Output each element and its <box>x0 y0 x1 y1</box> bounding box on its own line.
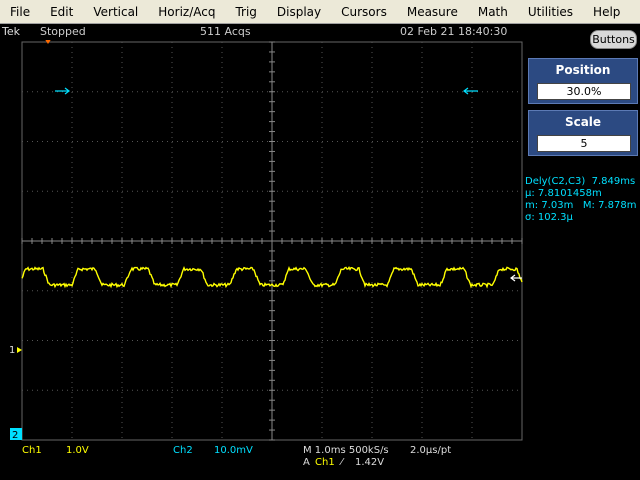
ch2-scale[interactable]: 10.0mV <box>214 445 253 456</box>
menu-vertical[interactable]: Vertical <box>83 0 148 24</box>
ch2-label[interactable]: Ch2 <box>173 445 193 456</box>
scale-control[interactable]: Scale 5 <box>528 110 638 156</box>
ch2-marker-label: 2 <box>12 430 18 441</box>
tek-logo: Tek <box>2 25 20 38</box>
menu-trig[interactable]: Trig <box>225 0 266 24</box>
position-value[interactable]: 30.0% <box>537 83 631 100</box>
menu-math[interactable]: Math <box>468 0 518 24</box>
position-title: Position <box>555 63 611 77</box>
trigger-prefix: A <box>303 457 310 468</box>
bottom-readout-bar: Ch1 1.0V Ch2 10.0mV M 1.0ms 500kS/s 2.0µ… <box>0 442 640 480</box>
min-value: 7.03m <box>541 200 574 211</box>
trigger-level[interactable]: 1.42V <box>355 457 384 468</box>
trigger-slope-icon: ⁄ <box>341 457 343 468</box>
sample-interval: 2.0µs/pt <box>410 445 452 456</box>
trigger-source[interactable]: Ch1 <box>315 457 335 468</box>
date-time: 02 Feb 21 18:40:30 <box>400 25 508 38</box>
menu-edit[interactable]: Edit <box>40 0 83 24</box>
scale-title: Scale <box>564 115 602 129</box>
max-value: 7.878m <box>598 200 637 211</box>
status-bar: Tek Stopped 511 Acqs 02 Feb 21 18:40:30 <box>0 24 524 40</box>
max-label: M: <box>582 200 595 211</box>
menu-horiz-acq[interactable]: Horiz/Acq <box>148 0 225 24</box>
buttons-button[interactable]: Buttons <box>590 30 637 49</box>
menu-display[interactable]: Display <box>267 0 331 24</box>
ch1-ground-marker <box>17 347 22 353</box>
meas-value: 7.849ms <box>591 176 636 187</box>
mean-label: µ: <box>525 188 535 199</box>
mean-value: 7.8101458m <box>537 188 602 199</box>
ch1-label[interactable]: Ch1 <box>22 445 42 456</box>
scale-value[interactable]: 5 <box>537 135 631 152</box>
stddev-label: σ: <box>525 212 535 223</box>
ch1-scale[interactable]: 1.0V <box>66 445 89 456</box>
menu-file[interactable]: File <box>0 0 40 24</box>
run-state: Stopped <box>40 25 86 38</box>
menu-help[interactable]: Help <box>583 0 630 24</box>
measurement-readout: Dely(C2,C3) 7.849ms µ: 7.8101458m m: 7.0… <box>525 176 639 224</box>
menu-utilities[interactable]: Utilities <box>518 0 583 24</box>
menu-bar: File Edit Vertical Horiz/Acq Trig Displa… <box>0 0 640 24</box>
timebase-readout[interactable]: M 1.0ms 500kS/s <box>303 445 389 456</box>
min-label: m: <box>525 200 539 211</box>
stddev-value: 102.3µ <box>537 212 573 223</box>
menu-cursors[interactable]: Cursors <box>331 0 397 24</box>
ch1-marker-label: 1 <box>9 345 15 356</box>
meas-label: Dely(C2,C3) <box>525 176 586 187</box>
acquisition-count: 511 Acqs <box>200 25 251 38</box>
graticule[interactable]: 1 2 <box>0 40 524 442</box>
position-control[interactable]: Position 30.0% <box>528 58 638 104</box>
menu-measure[interactable]: Measure <box>397 0 468 24</box>
